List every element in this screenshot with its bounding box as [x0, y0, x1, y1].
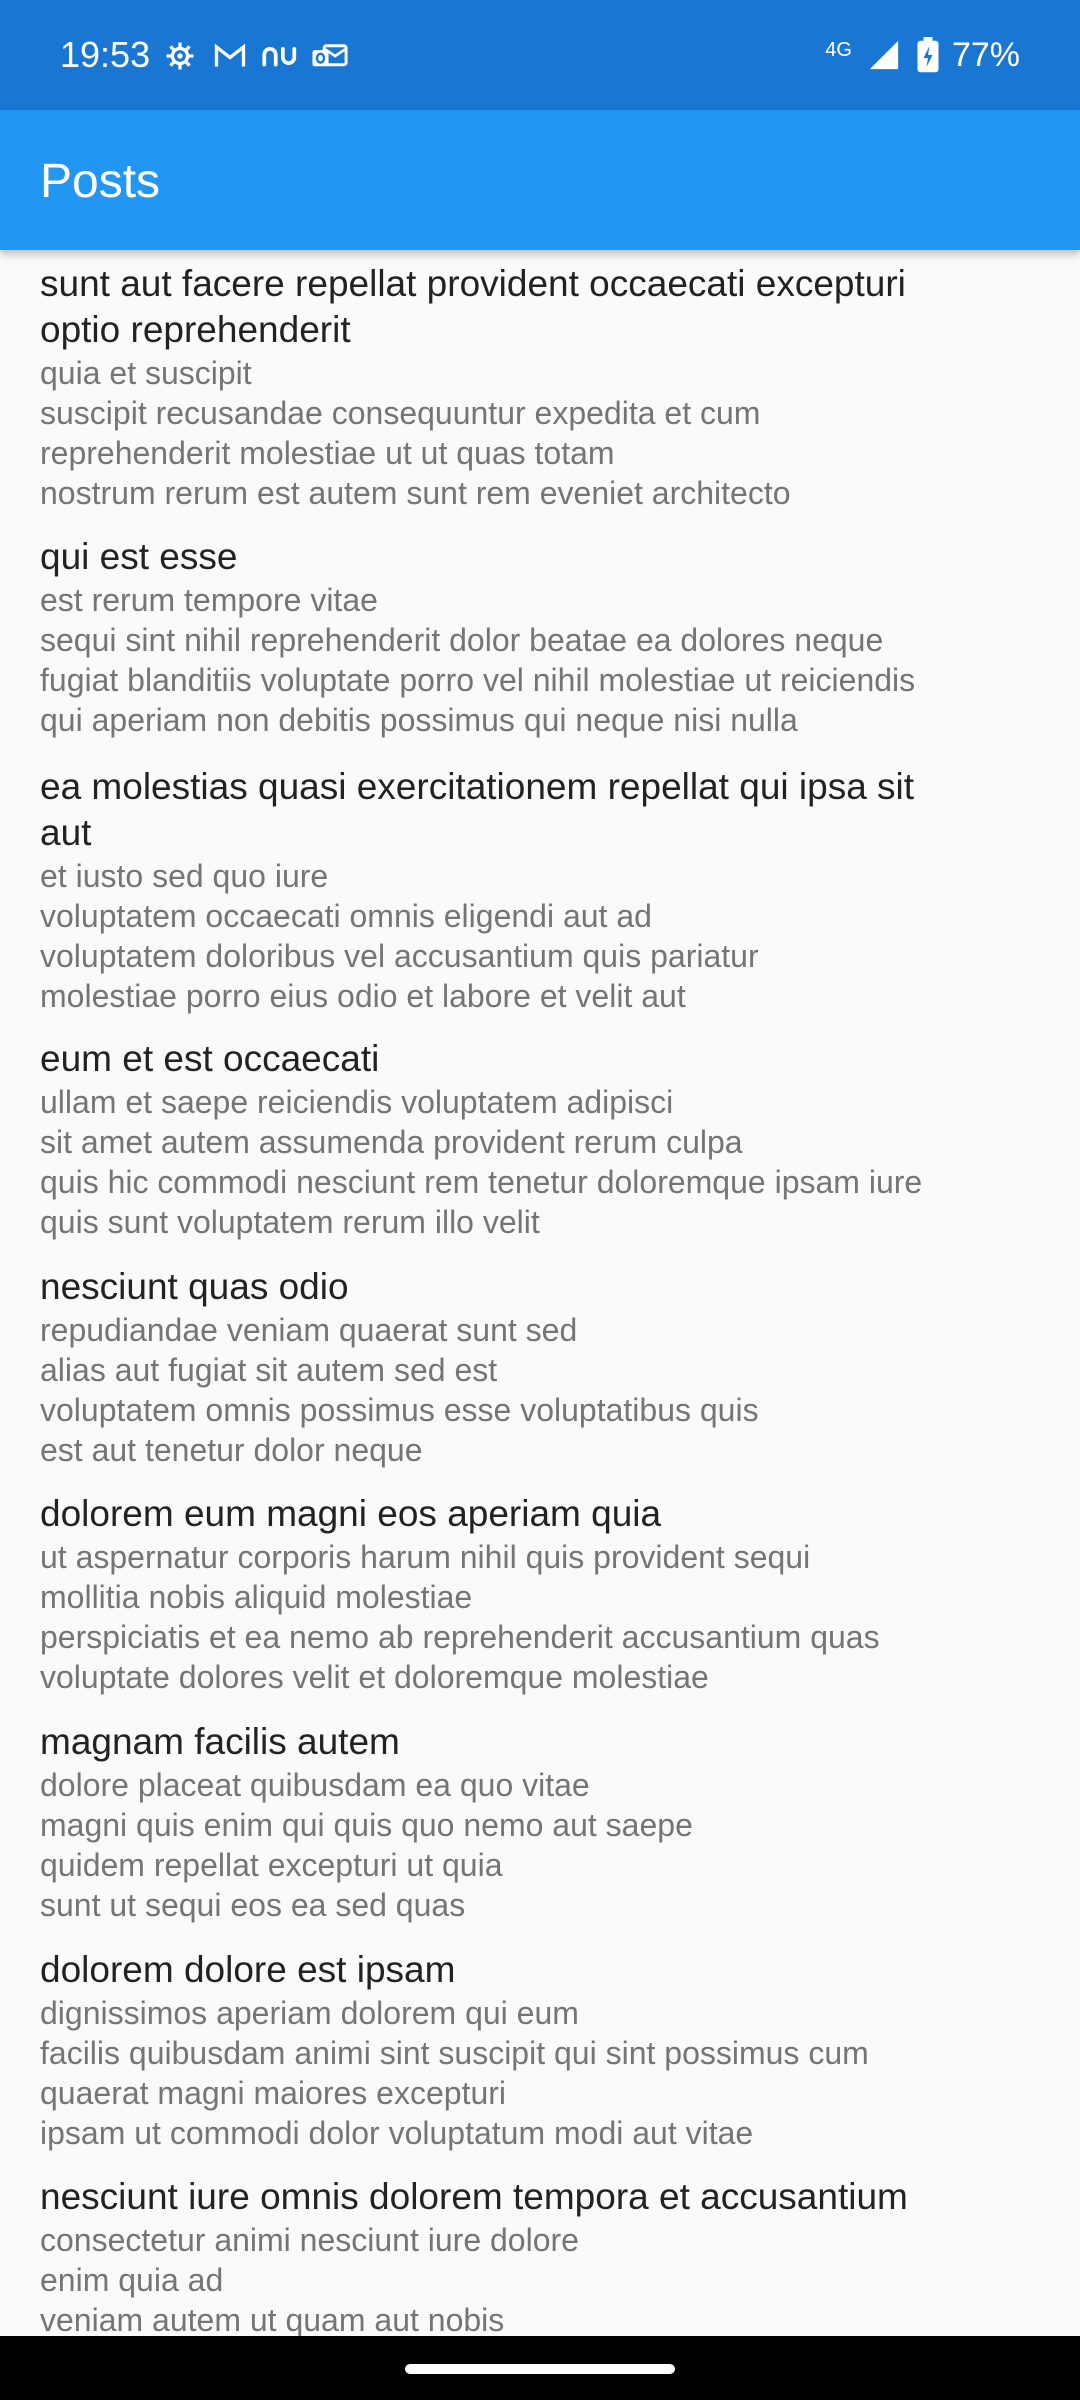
- post-body-line: reprehenderit molestiae ut ut quas totam: [40, 435, 615, 471]
- post-body: dignissimos aperiam dolorem qui eum faci…: [40, 1993, 1040, 2153]
- posts-list[interactable]: sunt aut facere repellat provident occae…: [0, 250, 1080, 2336]
- status-bar: 19:53 4G 77%: [0, 0, 1080, 110]
- post-title-line: eum et est occaecati: [40, 1038, 380, 1079]
- post-body-line: et iusto sed quo iure: [40, 858, 329, 894]
- post-body-line: sunt ut sequi eos ea sed quas: [40, 1887, 466, 1923]
- network-4g-icon: 4G: [825, 39, 852, 61]
- post-title-line: dolorem dolore est ipsam: [40, 1949, 456, 1990]
- navigation-bar: [0, 2336, 1080, 2400]
- status-time: 19:53: [60, 34, 151, 75]
- post-title-line: nesciunt quas odio: [40, 1266, 349, 1307]
- post-title-line: qui est esse: [40, 536, 238, 577]
- post-body-line: ut aspernatur corporis harum nihil quis …: [40, 1539, 811, 1575]
- post-body-line: voluptate dolores velit et doloremque mo…: [40, 1659, 709, 1695]
- post-body: ullam et saepe reiciendis voluptatem adi…: [40, 1082, 1040, 1242]
- home-gesture-handle[interactable]: [405, 2364, 675, 2374]
- post-body: consectetur animi nesciunt iure dolore e…: [40, 2220, 1040, 2336]
- post-title: ea molestias quasi exercitationem repell…: [40, 764, 1040, 856]
- post-body-line: quis hic commodi nesciunt rem tenetur do…: [40, 1164, 923, 1200]
- post-body: quia et suscipit suscipit recusandae con…: [40, 353, 1040, 513]
- post-body-line: veniam autem ut quam aut nobis: [40, 2302, 505, 2336]
- post-title: magnam facilis autem: [40, 1719, 1040, 1765]
- post-body-line: nostrum rerum est autem sunt rem eveniet…: [40, 475, 791, 511]
- post-body: ut aspernatur corporis harum nihil quis …: [40, 1537, 1040, 1697]
- post-body-line: molestiae porro eius odio et labore et v…: [40, 978, 686, 1014]
- post-body-line: facilis quibusdam animi sint suscipit qu…: [40, 2035, 869, 2071]
- post-item[interactable]: eum et est occaecati ullam et saepe reic…: [40, 1036, 1040, 1242]
- post-body-line: suscipit recusandae consequuntur expedit…: [40, 395, 761, 431]
- post-body-line: dignissimos aperiam dolorem qui eum: [40, 1995, 579, 2031]
- system-status: 4G 77%: [825, 32, 1020, 78]
- post-body-line: quia et suscipit: [40, 355, 252, 391]
- outlook-icon: [310, 36, 350, 76]
- battery-charging-icon: [916, 35, 940, 75]
- post-body-line: quis sunt voluptatem rerum illo velit: [40, 1204, 540, 1240]
- settings-icon: [160, 36, 200, 76]
- post-body-line: perspiciatis et ea nemo ab reprehenderit…: [40, 1619, 880, 1655]
- post-body-line: quidem repellat excepturi ut quia: [40, 1847, 503, 1883]
- post-body-line: ipsam ut commodi dolor voluptatum modi a…: [40, 2115, 754, 2151]
- post-body-line: enim quia ad: [40, 2262, 224, 2298]
- post-title: dolorem eum magni eos aperiam quia: [40, 1491, 1040, 1537]
- post-body-line: qui aperiam non debitis possimus qui neq…: [40, 702, 798, 738]
- post-body: repudiandae veniam quaerat sunt sed alia…: [40, 1310, 1040, 1470]
- battery-percent: 77%: [951, 36, 1020, 74]
- post-body-line: voluptatem occaecati omnis eligendi aut …: [40, 898, 652, 934]
- post-title-line: dolorem eum magni eos aperiam quia: [40, 1493, 662, 1534]
- post-body-line: alias aut fugiat sit autem sed est: [40, 1352, 498, 1388]
- post-item[interactable]: dolorem dolore est ipsam dignissimos ape…: [40, 1947, 1040, 2153]
- post-body-line: voluptatem doloribus vel accusantium qui…: [40, 938, 759, 974]
- post-item[interactable]: sunt aut facere repellat provident occae…: [40, 261, 1040, 513]
- post-title: sunt aut facere repellat provident occae…: [40, 261, 1040, 353]
- page-title: Posts: [40, 155, 161, 208]
- post-title-line: magnam facilis autem: [40, 1721, 400, 1762]
- post-title: eum et est occaecati: [40, 1036, 1040, 1082]
- post-item[interactable]: ea molestias quasi exercitationem repell…: [40, 764, 1040, 1016]
- post-title: qui est esse: [40, 534, 1040, 580]
- post-body-line: sequi sint nihil reprehenderit dolor bea…: [40, 622, 884, 658]
- post-item[interactable]: nesciunt quas odio repudiandae veniam qu…: [40, 1264, 1040, 1470]
- post-item[interactable]: nesciunt iure omnis dolorem tempora et a…: [40, 2174, 1040, 2336]
- post-body-line: magni quis enim qui quis quo nemo aut sa…: [40, 1807, 693, 1843]
- post-body-line: fugiat blanditiis voluptate porro vel ni…: [40, 662, 916, 698]
- post-body-line: repudiandae veniam quaerat sunt sed: [40, 1312, 578, 1348]
- post-body-line: dolore placeat quibusdam ea quo vitae: [40, 1767, 590, 1803]
- gmail-icon: [210, 36, 250, 76]
- post-item[interactable]: dolorem eum magni eos aperiam quia ut as…: [40, 1491, 1040, 1697]
- post-title: dolorem dolore est ipsam: [40, 1947, 1040, 1993]
- post-item[interactable]: magnam facilis autem dolore placeat quib…: [40, 1719, 1040, 1925]
- post-title-line: aut: [40, 812, 92, 853]
- app-bar: Posts: [0, 110, 1080, 250]
- post-body-line: sit amet autem assumenda provident rerum…: [40, 1124, 743, 1160]
- post-body-line: quaerat magni maiores excepturi: [40, 2075, 507, 2111]
- post-body: est rerum tempore vitae sequi sint nihil…: [40, 580, 1040, 740]
- post-body-line: est aut tenetur dolor neque: [40, 1432, 423, 1468]
- post-title-line: sunt aut facere repellat provident occae…: [40, 263, 906, 304]
- post-body: dolore placeat quibusdam ea quo vitae ma…: [40, 1765, 1040, 1925]
- post-title: nesciunt quas odio: [40, 1264, 1040, 1310]
- post-title: nesciunt iure omnis dolorem tempora et a…: [40, 2174, 1040, 2220]
- post-body: et iusto sed quo iure voluptatem occaeca…: [40, 856, 1040, 1016]
- post-body-line: est rerum tempore vitae: [40, 582, 378, 618]
- post-body-line: ullam et saepe reiciendis voluptatem adi…: [40, 1084, 674, 1120]
- post-title-line: nesciunt iure omnis dolorem tempora et a…: [40, 2176, 908, 2217]
- post-item[interactable]: qui est esse est rerum tempore vitae seq…: [40, 534, 1040, 740]
- notification-icons: [160, 34, 350, 78]
- nu-app-icon: [260, 36, 300, 76]
- post-body-line: mollitia nobis aliquid molestiae: [40, 1579, 473, 1615]
- post-body-line: consectetur animi nesciunt iure dolore: [40, 2222, 579, 2258]
- post-title-line: ea molestias quasi exercitationem repell…: [40, 766, 915, 807]
- signal-icon: [864, 35, 904, 75]
- post-title-line: optio reprehenderit: [40, 309, 351, 350]
- post-body-line: voluptatem omnis possimus esse voluptati…: [40, 1392, 759, 1428]
